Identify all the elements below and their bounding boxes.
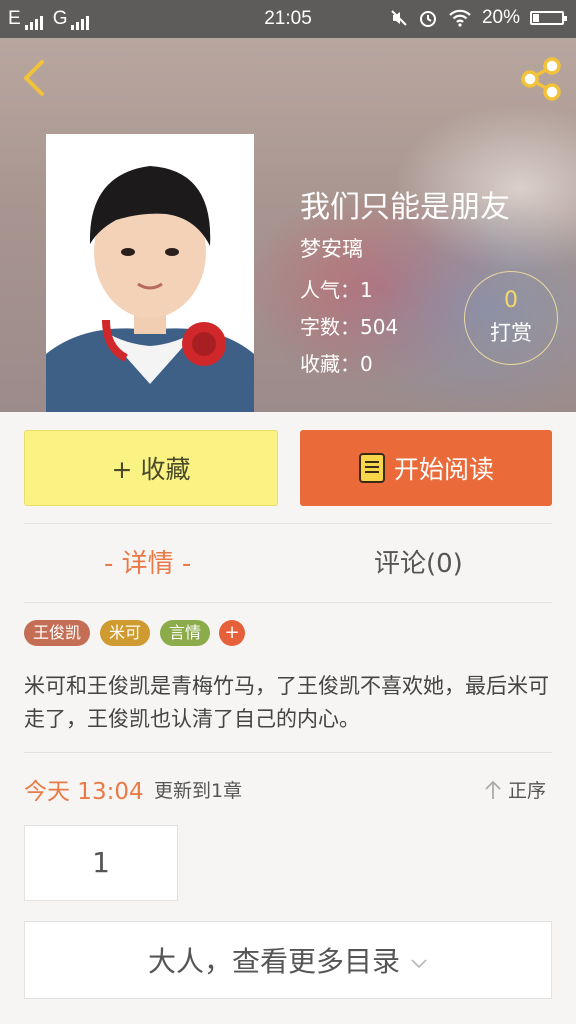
alarm-icon xyxy=(419,11,436,27)
back-icon[interactable] xyxy=(18,58,54,98)
status-icons: 20% xyxy=(390,7,567,29)
battery-icon xyxy=(530,11,567,25)
collect-button[interactable]: + 收藏 xyxy=(24,430,278,506)
book-icon xyxy=(358,453,385,483)
collect-label: + 收藏 xyxy=(111,455,191,484)
mute-icon xyxy=(391,10,407,26)
divider xyxy=(24,752,552,753)
tab-comments[interactable]: 评论(0) xyxy=(374,543,463,580)
tab-details[interactable]: - 详情 - xyxy=(104,543,191,580)
cover-portrait xyxy=(46,134,254,412)
book-title: 我们只能是朋友 xyxy=(300,190,510,225)
start-reading-button[interactable]: 开始阅读 xyxy=(300,430,552,506)
more-catalog-button[interactable]: 大人，查看更多目录 xyxy=(24,921,552,999)
book-header: 我们只能是朋友 梦安璃 人气：1 字数：504 收藏：0 0 打赏 xyxy=(0,38,576,412)
update-status: 更新到1章 xyxy=(154,780,243,802)
start-reading-label: 开始阅读 xyxy=(393,455,494,484)
battery-percent: 20% xyxy=(481,7,520,28)
book-author[interactable]: 梦安璃 xyxy=(300,233,363,263)
favorites-stat: 收藏：0 xyxy=(300,352,373,376)
word-count-stat: 字数：504 xyxy=(300,315,399,339)
book-description: 米可和王俊凯是青梅竹马，了王俊凯不喜欢她，最后米可走了，王俊凯也认清了自己的内心… xyxy=(24,674,549,731)
share-icon[interactable] xyxy=(518,56,564,102)
add-tag-button[interactable]: + xyxy=(219,620,245,646)
sort-toggle[interactable]: 正序 xyxy=(484,776,546,803)
wifi-icon xyxy=(449,9,471,27)
sort-label: 正序 xyxy=(508,780,547,802)
chevron-down-icon xyxy=(411,959,427,969)
tag-chip[interactable]: 言情 xyxy=(160,620,211,646)
status-bar: E G 21:05 20% xyxy=(0,0,576,38)
sort-up-icon xyxy=(485,780,501,799)
tip-label: 打赏 xyxy=(490,321,532,345)
divider xyxy=(24,602,552,603)
more-catalog-label: 大人，查看更多目录 xyxy=(147,945,400,978)
divider xyxy=(24,523,552,524)
tip-count: 0 xyxy=(504,288,518,313)
update-time: 今天 13:04 xyxy=(24,779,144,805)
chapter-item[interactable]: 1 xyxy=(24,825,178,901)
popularity-stat: 人气：1 xyxy=(300,278,373,302)
book-cover[interactable] xyxy=(46,134,254,412)
tip-button[interactable]: 0 打赏 xyxy=(464,271,558,365)
tag-chip[interactable]: 米可 xyxy=(100,620,151,646)
tag-chip[interactable]: 王俊凯 xyxy=(24,620,91,646)
